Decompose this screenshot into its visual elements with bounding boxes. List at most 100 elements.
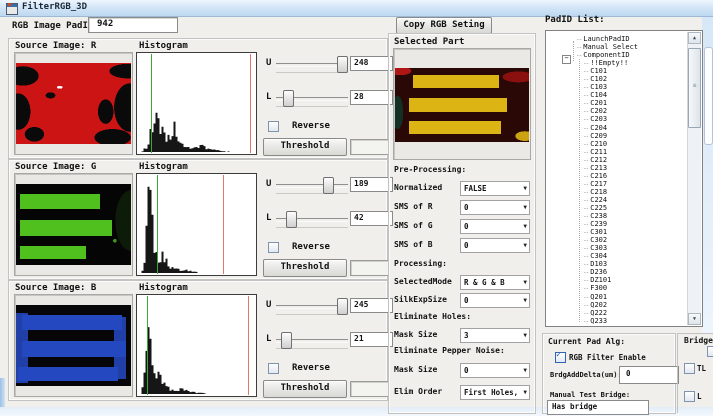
lower-threshold-marker bbox=[147, 296, 148, 395]
rgb-image-padid-label: RGB Image PadID: bbox=[12, 21, 99, 31]
l-slider-thumb[interactable] bbox=[286, 211, 297, 228]
reverse-label: Reverse bbox=[292, 363, 330, 373]
threshold-button[interactable]: Threshold bbox=[263, 259, 347, 277]
sms-of-b-dropdown[interactable]: 0 ▼ bbox=[460, 238, 530, 253]
normalized-dropdown[interactable]: FALSE ▼ bbox=[460, 181, 530, 196]
l-value-field[interactable]: 28 bbox=[350, 90, 393, 105]
rgb-filter-enable-checkbox[interactable]: ✓ bbox=[555, 352, 566, 363]
tree-item[interactable]: C224 bbox=[546, 196, 686, 204]
l-value-field[interactable]: 21 bbox=[350, 332, 393, 347]
manual-test-bridge-field[interactable]: Has bridge bbox=[547, 400, 649, 415]
tree-item[interactable]: C211 bbox=[546, 148, 686, 156]
chevron-down-icon: ▼ bbox=[523, 279, 527, 286]
u-slider-thumb[interactable] bbox=[337, 298, 348, 315]
upper-threshold-marker bbox=[248, 296, 249, 395]
histogram-r bbox=[136, 52, 257, 155]
tree-item[interactable]: C204 bbox=[546, 124, 686, 132]
tree-item[interactable]: C103 bbox=[546, 83, 686, 91]
threshold-button[interactable]: Threshold bbox=[263, 138, 347, 156]
u-slider-thumb[interactable] bbox=[323, 177, 334, 194]
tree-item[interactable]: Q201 bbox=[546, 293, 686, 301]
tree-item[interactable]: C102 bbox=[546, 75, 686, 83]
reverse-checkbox[interactable]: ✓ bbox=[268, 242, 279, 253]
tree-item[interactable]: C201 bbox=[546, 99, 686, 107]
filter-rgb-window: FilterRGB_3D RGB Image PadID: 942 Source… bbox=[0, 0, 713, 416]
outer-scrollbar-thumb[interactable] bbox=[704, 47, 713, 145]
silk-exp-size-dropdown[interactable]: 0 ▼ bbox=[460, 293, 530, 308]
sms-of-g-dropdown[interactable]: 0 ▼ bbox=[460, 219, 530, 234]
elim-order-dropdown[interactable]: First Holes, ▼ bbox=[460, 385, 530, 400]
tree-item[interactable]: Q222 bbox=[546, 309, 686, 317]
u-slider-track[interactable] bbox=[276, 184, 348, 188]
bridge-add-delta-field[interactable]: 0 bbox=[619, 366, 679, 384]
tree-collapse-icon[interactable]: − bbox=[562, 55, 571, 64]
tree-item[interactable]: Q202 bbox=[546, 301, 686, 309]
tree-item[interactable]: C301 bbox=[546, 228, 686, 236]
bridge-l-checkbox[interactable]: ✓ bbox=[684, 391, 695, 402]
sms-of-r-label: SMS of R bbox=[394, 202, 433, 211]
tree-item[interactable]: F300 bbox=[546, 284, 686, 292]
reverse-checkbox[interactable]: ✓ bbox=[268, 363, 279, 374]
tree-item[interactable]: C202 bbox=[546, 107, 686, 115]
l-value-field[interactable]: 42 bbox=[350, 211, 393, 226]
tree-item[interactable]: C238 bbox=[546, 212, 686, 220]
tree-items: LaunchPadIDManual SelectComponentID−!!Em… bbox=[546, 35, 686, 325]
tree-scrollbar-thumb[interactable]: ≡ bbox=[688, 48, 701, 128]
u-slider-thumb[interactable] bbox=[337, 56, 348, 73]
upper-threshold-marker bbox=[250, 54, 251, 153]
threshold-button[interactable]: Threshold bbox=[263, 380, 347, 398]
tree-item[interactable]: C302 bbox=[546, 236, 686, 244]
tree-item[interactable]: C304 bbox=[546, 252, 686, 260]
copy-rgb-setting-button[interactable]: Copy RGB Seting bbox=[396, 17, 492, 34]
tree-item[interactable]: C209 bbox=[546, 132, 686, 140]
tree-item[interactable]: C203 bbox=[546, 115, 686, 123]
u-value-field[interactable]: 189 bbox=[350, 177, 393, 192]
tree-item[interactable]: D103 bbox=[546, 260, 686, 268]
manual-test-bridge-label: Manual Test Bridge: bbox=[550, 391, 630, 399]
padid-tree: LaunchPadIDManual SelectComponentID−!!Em… bbox=[545, 30, 703, 327]
l-slider-thumb[interactable] bbox=[281, 332, 292, 349]
scroll-down-icon[interactable]: ▼ bbox=[688, 313, 701, 325]
tree-item[interactable]: Manual Select bbox=[546, 43, 686, 51]
title-bar[interactable]: FilterRGB_3D bbox=[0, 0, 713, 17]
normalized-label: Normalized bbox=[394, 183, 442, 192]
chevron-down-icon: ▼ bbox=[523, 185, 527, 192]
tree-item[interactable]: C217 bbox=[546, 180, 686, 188]
holes-mask-size-dropdown[interactable]: 3 ▼ bbox=[460, 328, 530, 343]
tree-item[interactable]: C101 bbox=[546, 67, 686, 75]
tree-item[interactable]: C210 bbox=[546, 140, 686, 148]
tree-item[interactable]: D236 bbox=[546, 268, 686, 276]
tree-item[interactable]: Q233 bbox=[546, 317, 686, 325]
tree-guide-line bbox=[573, 41, 574, 61]
reverse-checkbox[interactable]: ✓ bbox=[268, 121, 279, 132]
window-title: FilterRGB_3D bbox=[22, 2, 87, 12]
sms-of-r-dropdown[interactable]: 0 ▼ bbox=[460, 200, 530, 215]
pepper-mask-size-dropdown[interactable]: 0 ▼ bbox=[460, 363, 530, 378]
tree-item[interactable]: C303 bbox=[546, 244, 686, 252]
tree-guide-line bbox=[579, 59, 580, 322]
bridge-checkbox-partial[interactable] bbox=[707, 346, 713, 357]
tree-item[interactable]: C213 bbox=[546, 164, 686, 172]
tree-item[interactable]: C239 bbox=[546, 220, 686, 228]
u-value-field[interactable]: 245 bbox=[350, 298, 393, 313]
histogram-label: Histogram bbox=[139, 283, 188, 293]
tree-item[interactable]: C104 bbox=[546, 91, 686, 99]
selected-part-panel: Selected Part Pre-Processing: Normalized… bbox=[388, 33, 536, 414]
tree-item[interactable]: LaunchPadID bbox=[546, 35, 686, 43]
tree-item[interactable]: DZ101 bbox=[546, 276, 686, 284]
tree-item[interactable]: C225 bbox=[546, 204, 686, 212]
tree-scrollbar[interactable]: ▲ ≡ ▼ bbox=[687, 32, 701, 325]
source-image-label: Source Image: G bbox=[15, 162, 96, 172]
tree-item[interactable]: C216 bbox=[546, 172, 686, 180]
source-image-label: Source Image: R bbox=[15, 41, 96, 51]
l-slider-thumb[interactable] bbox=[283, 90, 294, 107]
u-label: U bbox=[266, 300, 271, 310]
u-value-field[interactable]: 248 bbox=[350, 56, 393, 71]
scroll-up-icon[interactable]: ▲ bbox=[688, 32, 701, 44]
rgb-image-padid-value[interactable]: 942 bbox=[88, 17, 178, 33]
selected-mode-dropdown[interactable]: R & G & B ▼ bbox=[460, 275, 530, 290]
tree-item[interactable]: C218 bbox=[546, 188, 686, 196]
checkmark-icon: ✓ bbox=[556, 351, 561, 359]
bridge-tl-checkbox[interactable]: ✓ bbox=[684, 363, 695, 374]
tree-item[interactable]: C212 bbox=[546, 156, 686, 164]
